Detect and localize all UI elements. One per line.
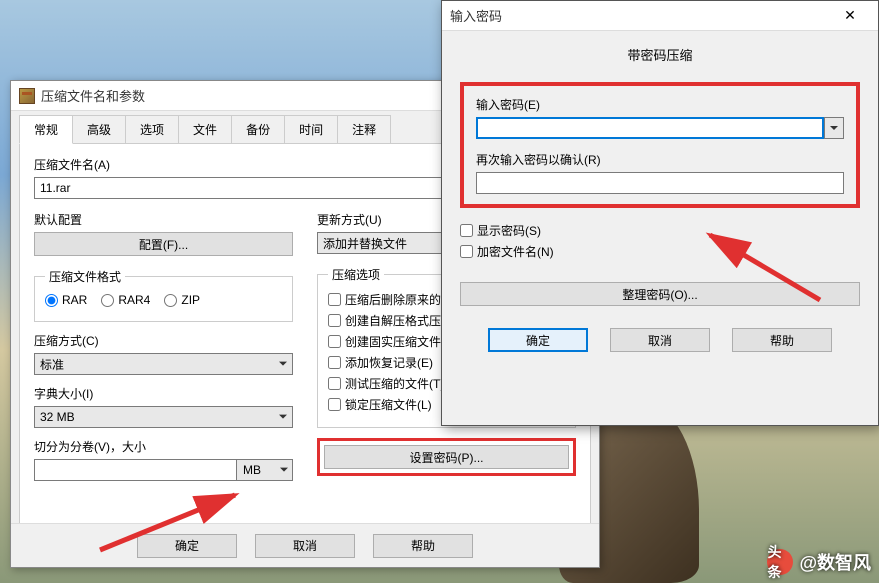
tab-time[interactable]: 时间	[284, 115, 338, 144]
archive-title: 压缩文件名和参数	[41, 86, 145, 105]
pwd-cancel-button[interactable]: 取消	[610, 328, 710, 352]
tab-general[interactable]: 常规	[19, 115, 73, 144]
set-password-button[interactable]: 设置密码(P)...	[324, 445, 569, 469]
password-history-dropdown[interactable]	[824, 117, 844, 139]
cancel-button[interactable]: 取消	[255, 534, 355, 558]
dict-label: 字典大小(I)	[34, 385, 293, 402]
pwd-help-button[interactable]: 帮助	[732, 328, 832, 352]
reenter-password-input[interactable]	[476, 172, 844, 194]
enter-password-input[interactable]	[476, 117, 824, 139]
winrar-icon	[19, 88, 35, 104]
dict-select[interactable]: 32 MB	[34, 406, 293, 428]
set-password-highlight: 设置密码(P)...	[317, 438, 576, 476]
watermark-text: @数智风	[799, 549, 871, 575]
password-dialog: 输入密码 ✕ 带密码压缩 输入密码(E) 再次输入密码以确认(R) 显示密码(S…	[441, 0, 879, 426]
watermark-logo-icon: 头条	[767, 549, 793, 575]
tab-advanced[interactable]: 高级	[72, 115, 126, 144]
ok-button[interactable]: 确定	[137, 534, 237, 558]
enter-password-label: 输入密码(E)	[476, 96, 844, 113]
encrypt-names-checkbox[interactable]: 加密文件名(N)	[460, 243, 860, 260]
watermark: 头条 @数智风	[767, 549, 871, 575]
format-rar4-radio[interactable]: RAR4	[101, 293, 150, 307]
profiles-button[interactable]: 配置(F)...	[34, 232, 293, 256]
pwd-ok-button[interactable]: 确定	[488, 328, 588, 352]
default-profile-label: 默认配置	[34, 211, 293, 228]
tab-options[interactable]: 选项	[125, 115, 179, 144]
dialog-button-bar: 确定 取消 帮助	[11, 523, 599, 567]
format-rar-radio[interactable]: RAR	[45, 293, 87, 307]
tab-comment[interactable]: 注释	[337, 115, 391, 144]
password-fields-highlight: 输入密码(E) 再次输入密码以确认(R)	[460, 82, 860, 208]
format-zip-radio[interactable]: ZIP	[164, 293, 200, 307]
split-unit-select[interactable]: MB	[237, 459, 293, 481]
organize-passwords-button[interactable]: 整理密码(O)...	[460, 282, 860, 306]
reenter-password-label: 再次输入密码以确认(R)	[476, 151, 844, 168]
tab-files[interactable]: 文件	[178, 115, 232, 144]
tab-backup[interactable]: 备份	[231, 115, 285, 144]
help-button[interactable]: 帮助	[373, 534, 473, 558]
method-select[interactable]: 标准	[34, 353, 293, 375]
show-password-checkbox[interactable]: 显示密码(S)	[460, 222, 860, 239]
split-label: 切分为分卷(V)，大小	[34, 438, 293, 455]
close-icon[interactable]: ✕	[830, 2, 870, 30]
method-label: 压缩方式(C)	[34, 332, 293, 349]
format-legend: 压缩文件格式	[45, 268, 125, 285]
password-title: 输入密码	[450, 6, 502, 25]
options-legend: 压缩选项	[328, 266, 384, 283]
password-subtitle: 带密码压缩	[460, 45, 860, 64]
password-titlebar[interactable]: 输入密码 ✕	[442, 1, 878, 31]
split-size-input[interactable]	[34, 459, 237, 481]
